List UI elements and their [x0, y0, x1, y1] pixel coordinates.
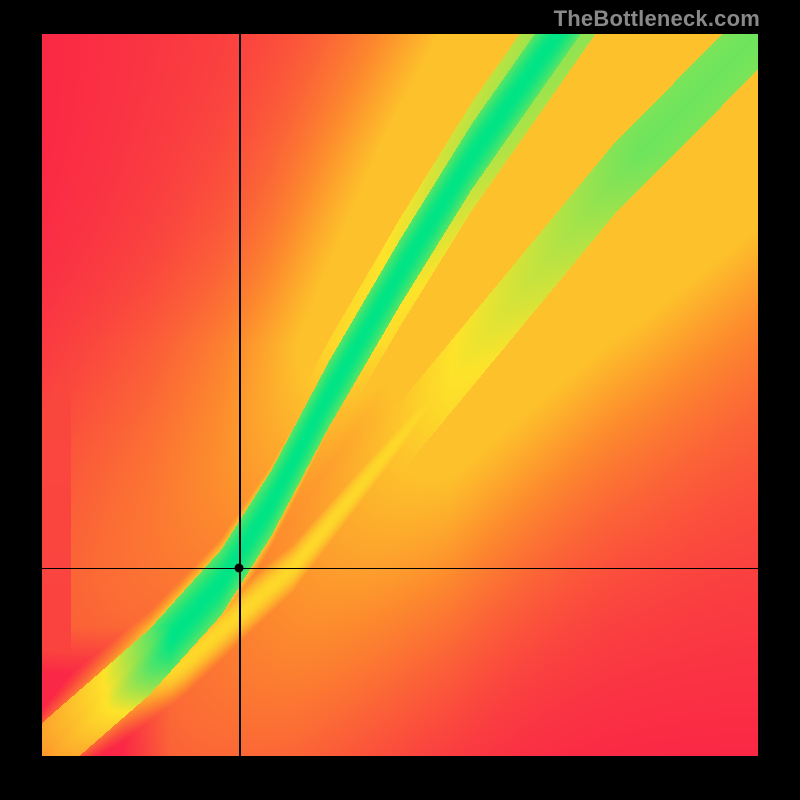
heatmap-canvas — [42, 34, 758, 756]
heatmap-plot — [42, 34, 758, 756]
chart-frame: TheBottleneck.com — [0, 0, 800, 800]
watermark-text: TheBottleneck.com — [554, 6, 760, 32]
